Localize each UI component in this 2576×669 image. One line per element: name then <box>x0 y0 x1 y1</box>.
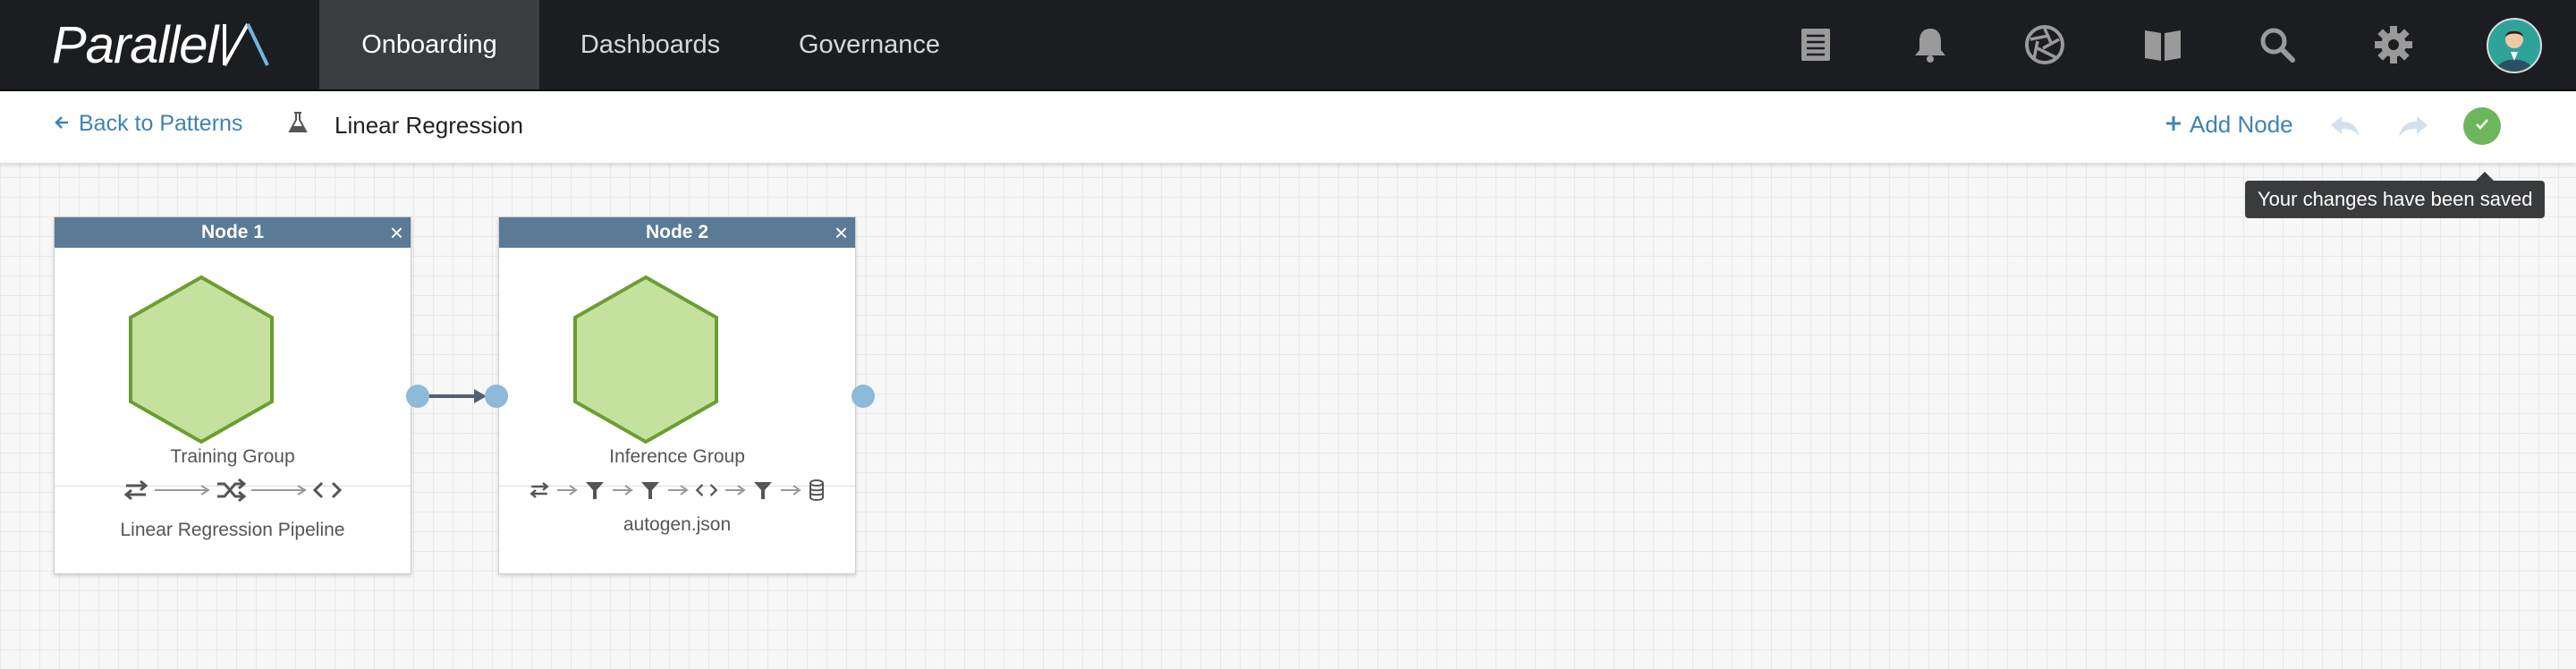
code-icon <box>695 480 718 504</box>
node-body: Inference Group <box>499 248 855 487</box>
arrow-right-icon <box>666 484 690 501</box>
filter-icon <box>584 479 606 505</box>
shuffle-icon <box>216 478 247 506</box>
transform-icon <box>529 480 550 504</box>
filter-icon <box>640 479 661 505</box>
arrow-right-icon <box>724 484 747 501</box>
pipeline-steps[interactable] <box>55 478 411 506</box>
arrow-right-icon <box>246 484 312 501</box>
node-title: Node 2 <box>645 222 708 242</box>
group-label: Training Group <box>170 446 295 467</box>
node-header[interactable]: Node 1 × <box>55 217 411 248</box>
node-title: Node 1 <box>200 222 264 242</box>
input-port[interactable] <box>485 385 508 408</box>
arrow-right-icon <box>611 484 634 501</box>
output-port[interactable] <box>852 385 875 408</box>
arrow-right-icon <box>555 484 579 501</box>
node-header[interactable]: Node 2 × <box>499 217 855 248</box>
pipeline-label: Linear Regression Pipeline <box>120 520 345 540</box>
pipeline-label: autogen.json <box>623 514 732 535</box>
hexagon-icon[interactable] <box>572 275 719 445</box>
pipeline-steps[interactable] <box>499 478 855 506</box>
close-icon[interactable]: × <box>835 219 848 246</box>
node-body: Training Group <box>55 248 411 487</box>
node-card-1[interactable]: Node 1 × Training Group Linear Regressio… <box>54 216 411 574</box>
filter-icon <box>752 479 774 505</box>
group-label: Inference Group <box>609 446 745 467</box>
arrow-right-icon <box>779 484 802 501</box>
database-icon <box>808 478 826 506</box>
output-port[interactable] <box>406 385 429 408</box>
arrow-right-icon <box>149 484 216 501</box>
close-icon[interactable]: × <box>390 219 403 246</box>
node-card-2[interactable]: Node 2 × Inference Group autogen.json <box>498 216 856 574</box>
hexagon-icon[interactable] <box>128 275 275 445</box>
transform-icon <box>123 479 149 505</box>
code-icon <box>312 479 343 505</box>
